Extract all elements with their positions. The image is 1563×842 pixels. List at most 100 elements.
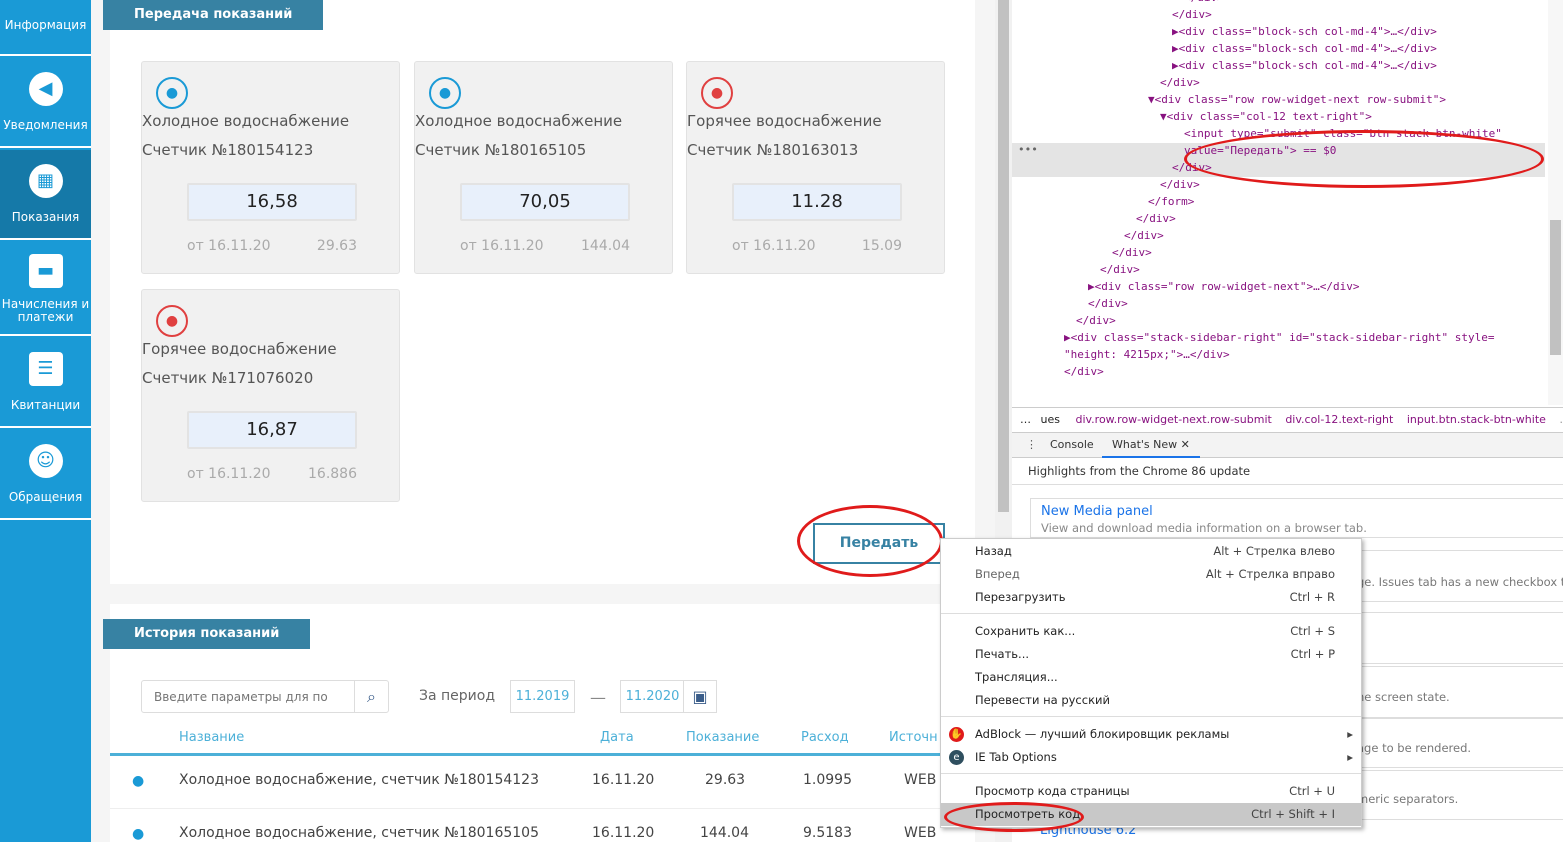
submenu-arrow-icon: ▸ (1347, 727, 1353, 741)
feature-card[interactable]: New Media panel View and download media i… (1030, 498, 1563, 538)
elements-scrollbar[interactable] (1548, 0, 1563, 405)
dom-node[interactable]: ▶<div class="block-sch col-md-4">…</div> (1172, 42, 1437, 55)
cell-name: Холодное водоснабжение, счетчик №1801651… (179, 825, 539, 841)
dom-node[interactable]: ▼<div class="row row-widget-next row-sub… (1148, 93, 1446, 106)
search-box: ⌕ (141, 680, 389, 713)
annotation-circle (1184, 130, 1544, 188)
column-header[interactable]: Источн (889, 730, 939, 745)
menu-item-label: Перезагрузить (975, 590, 1066, 604)
search-icon[interactable]: ⌕ (354, 681, 388, 712)
breadcrumb-item[interactable]: input.btn.stack-btn-white (1407, 413, 1546, 426)
hot-water-drop-icon: ● (701, 77, 733, 109)
meter-card: ● Холодное водоснабжение Счетчик №18015412… (141, 61, 400, 274)
breadcrumb-item[interactable]: div.row.row-widget-next.row-submit (1075, 413, 1271, 426)
menu-item-label: Назад (975, 544, 1012, 558)
cell-usage: 9.5183 (803, 825, 852, 841)
dom-node[interactable]: </div> (1076, 314, 1116, 327)
sidebar-item-notifications[interactable]: ◀ Уведомления (0, 58, 91, 148)
dom-node[interactable]: </div> (1112, 246, 1152, 259)
feature-link[interactable]: New Media panel (1031, 499, 1563, 519)
sidebar-item-info[interactable]: iИнформация (0, 0, 91, 56)
more-dots-icon[interactable]: ••• (1018, 143, 1038, 156)
history-title: История показаний (103, 619, 311, 649)
menu-item[interactable]: Сохранить как... Ctrl + S (941, 620, 1361, 643)
dom-node[interactable]: ▶<div class="block-sch col-md-4">…</div> (1172, 25, 1437, 38)
cell-reading: 29.63 (705, 772, 746, 788)
dom-node[interactable]: </div> (1172, 8, 1212, 21)
dom-node[interactable]: </form> (1148, 195, 1194, 208)
calendar-icon[interactable]: ▣ (683, 681, 716, 712)
menu-item-label: Вперед (975, 567, 1020, 581)
breadcrumb: … ues div.row.row-widget-next.row-submit… (1012, 407, 1563, 432)
menu-item[interactable]: Просмотр кода страницы Ctrl + U (941, 780, 1361, 803)
annotation-circle (944, 802, 1084, 832)
cell-source: WEB (904, 772, 937, 788)
sidebar-item-payments[interactable]: ▬ Начисления и платежи (0, 242, 91, 336)
drawer-menu-icon[interactable]: ⋮ (1026, 433, 1037, 457)
dom-node[interactable]: ▶<div class="stack-sidebar-right" id="st… (1064, 331, 1494, 344)
meter-card: ● Горячее водоснабжение Счетчик №171076020… (141, 289, 400, 502)
column-header[interactable]: Расход (801, 730, 849, 745)
period-from-input[interactable]: 11.2019 (510, 680, 575, 713)
dom-node[interactable]: ▶<div class="block-sch col-md-4">…</div> (1172, 59, 1437, 72)
search-input[interactable] (142, 681, 355, 712)
close-icon[interactable]: ✕ (1181, 438, 1190, 451)
dom-node[interactable]: </div> (1088, 297, 1128, 310)
dom-node[interactable]: </div> (1184, 0, 1224, 4)
feature-text: he screen state. (1357, 690, 1450, 704)
reading-input[interactable]: 16,87 (187, 411, 357, 449)
menu-item[interactable]: AdBlock — лучший блокировщик рекламы ✋ ▸ (941, 723, 1361, 746)
menu-item-label: Трансляция... (975, 670, 1058, 684)
column-header[interactable]: Показание (686, 730, 759, 745)
tab-whats-new[interactable]: What's New ✕ (1102, 433, 1200, 458)
meter-card: ● Горячее водоснабжение Счетчик №180163013… (686, 61, 945, 274)
menu-item[interactable]: Печать... Ctrl + P (941, 643, 1361, 666)
menu-item[interactable]: Перевести на русский (941, 689, 1361, 712)
reading-input[interactable]: 11.28 (732, 183, 902, 221)
feature-text: ge. Issues tab has a new checkbox to (1357, 575, 1563, 589)
breadcrumb-item[interactable]: div.col-12.text-right (1285, 413, 1393, 426)
column-header[interactable]: Дата (600, 730, 634, 745)
menu-item-shortcut: Ctrl + P (1290, 647, 1335, 661)
context-menu: Назад Alt + Стрелка влево Вперед Alt + Стре… (940, 538, 1362, 828)
sidebar: iИнформация ◀Уведомления ▦Показания ▬Нач… (0, 0, 91, 842)
menu-item[interactable]: Перезагрузить Ctrl + R (941, 586, 1361, 609)
meter-icon: ▦ (28, 164, 63, 198)
breadcrumb-item[interactable]: ues (1041, 413, 1060, 426)
scrollbar-thumb[interactable] (998, 0, 1009, 512)
dom-node[interactable]: "height: 4215px;">…</div> (1064, 348, 1230, 361)
dom-node[interactable]: </div> (1100, 263, 1140, 276)
dom-node[interactable]: </div> (1136, 212, 1176, 225)
breadcrumb-item[interactable]: … (1020, 413, 1031, 426)
feature-text: age to be rendered. (1357, 741, 1472, 755)
dom-node[interactable]: </div> (1160, 76, 1200, 89)
reading-input[interactable]: 70,05 (460, 183, 630, 221)
cell-usage: 1.0995 (803, 772, 852, 788)
period-label: За период (419, 688, 496, 704)
sidebar-item-appeals[interactable]: ☺ Обращения (0, 430, 91, 520)
menu-item[interactable]: Вперед Alt + Стрелка вправо (941, 563, 1361, 586)
menu-item-shortcut: Ctrl + S (1290, 624, 1335, 638)
dom-node[interactable]: ▼<div class="col-12 text-right"> (1160, 110, 1372, 123)
cell-date: 16.11.20 (592, 772, 655, 788)
menu-item[interactable]: Назад Alt + Стрелка влево (941, 540, 1361, 563)
adblock-icon: ✋ (949, 727, 964, 742)
menu-item[interactable]: Трансляция... (941, 666, 1361, 689)
menu-item[interactable]: IE Tab Options e ▸ (941, 746, 1361, 769)
dom-node[interactable]: </div> (1124, 229, 1164, 242)
sidebar-item-readings[interactable]: ▦ Показания (0, 150, 91, 240)
tab-console[interactable]: Console (1050, 433, 1094, 457)
water-drop-icon: ● (156, 77, 188, 109)
dom-node[interactable]: </div> (1160, 178, 1200, 191)
menu-item-shortcut: Alt + Стрелка вправо (1205, 567, 1335, 581)
dom-node[interactable]: ▶<div class="row row-widget-next">…</div… (1088, 280, 1360, 293)
breadcrumb-item[interactable]: … (1559, 413, 1563, 426)
dom-node[interactable]: </div> (1064, 365, 1104, 378)
sidebar-item-receipts[interactable]: ☰ Квитанции (0, 338, 91, 428)
menu-separator (941, 773, 1361, 774)
menu-item-label: IE Tab Options (975, 750, 1057, 764)
period-to-input[interactable]: 11.2020 (621, 681, 684, 712)
reading-input[interactable]: 16,58 (187, 183, 357, 221)
column-header[interactable]: Название (179, 730, 244, 745)
menu-item-label: Перевести на русский (975, 693, 1110, 707)
